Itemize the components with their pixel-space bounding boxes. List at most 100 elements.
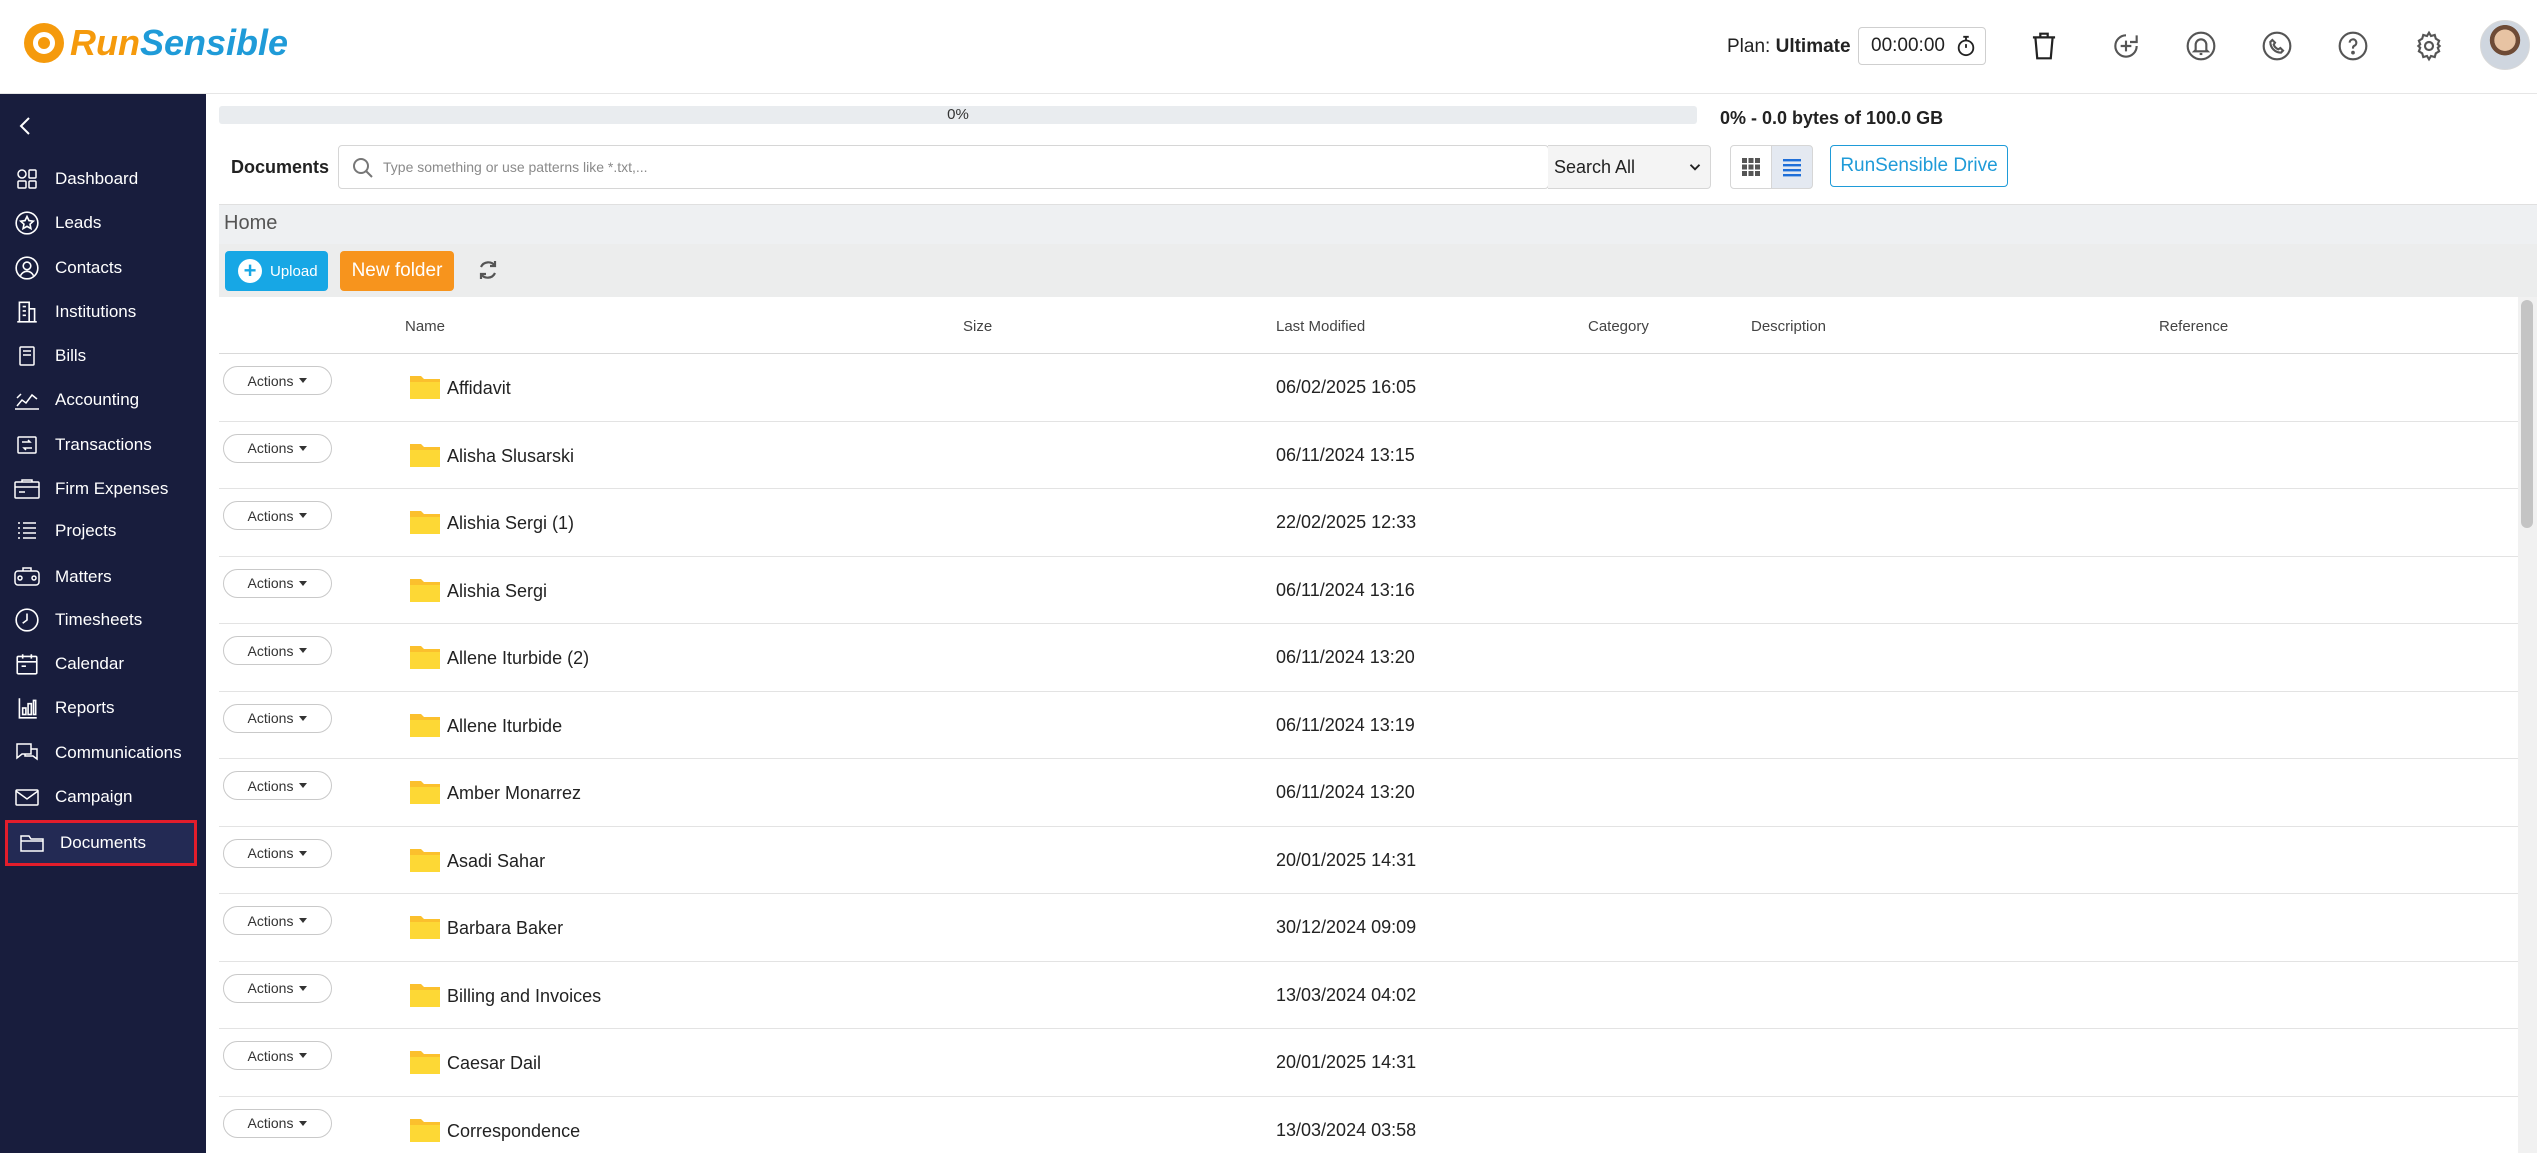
table-row[interactable]: Actions Caesar Dail 20/01/2025 14:31 xyxy=(219,1029,2518,1097)
last-modified: 20/01/2025 14:31 xyxy=(1276,1052,1417,1072)
top-header: Run Sensible Plan: Ultimate 00:00:00 xyxy=(0,0,2537,94)
sidebar-item-projects[interactable]: Projects xyxy=(0,511,206,551)
actions-dropdown-button[interactable]: Actions xyxy=(223,838,332,868)
column-header-reference[interactable]: Reference xyxy=(2159,318,2228,335)
file-toolbar xyxy=(219,244,2537,297)
sidebar-item-label: Firm Expenses xyxy=(55,479,169,498)
actions-dropdown-button[interactable]: Actions xyxy=(223,1108,332,1138)
logo[interactable]: Run Sensible xyxy=(24,22,288,64)
sidebar-item-matters[interactable]: Matters xyxy=(0,557,206,597)
bill-icon xyxy=(12,341,42,371)
folder-icon xyxy=(410,1051,440,1074)
sidebar-item-reports[interactable]: Reports xyxy=(0,688,206,728)
column-header-name[interactable]: Name xyxy=(405,318,445,335)
file-name[interactable]: Allene Iturbide xyxy=(447,716,562,737)
column-header-category[interactable]: Category xyxy=(1588,318,1649,335)
actions-dropdown-button[interactable]: Actions xyxy=(223,366,332,395)
column-header-description[interactable]: Description xyxy=(1751,318,1826,335)
runsensible-drive-button[interactable]: RunSensible Drive xyxy=(1830,145,2008,187)
help-icon[interactable] xyxy=(2333,26,2373,66)
table-row[interactable]: Actions Affidavit 06/02/2025 16:05 xyxy=(219,354,2518,422)
sidebar-item-documents[interactable]: Documents xyxy=(5,820,197,866)
last-modified: 30/12/2024 09:09 xyxy=(1276,917,1417,937)
bell-icon[interactable] xyxy=(2181,26,2221,66)
sidebar-item-timesheets[interactable]: Timesheets xyxy=(0,600,206,640)
sidebar-item-label: Dashboard xyxy=(55,169,139,188)
actions-label: Actions xyxy=(247,912,294,929)
file-name[interactable]: Caesar Dail xyxy=(447,1053,541,1074)
sidebar-item-accounting[interactable]: Accounting xyxy=(0,380,206,420)
actions-dropdown-button[interactable]: Actions xyxy=(223,636,332,665)
actions-label: Actions xyxy=(247,777,294,794)
new-folder-button[interactable]: New folder xyxy=(340,251,454,291)
file-name[interactable]: Amber Monarrez xyxy=(447,783,581,804)
folder-icon xyxy=(410,511,440,534)
last-modified: 22/02/2025 12:33 xyxy=(1276,512,1417,532)
search-scope-select[interactable]: Search All xyxy=(1548,145,1711,189)
table-row[interactable]: Actions Asadi Sahar 20/01/2025 14:31 xyxy=(219,827,2518,894)
gear-icon[interactable] xyxy=(2409,26,2449,66)
grid-view-button[interactable] xyxy=(1730,145,1772,189)
timer-widget[interactable]: 00:00:00 xyxy=(1858,27,1986,65)
scrollbar-thumb[interactable] xyxy=(2521,300,2533,528)
file-name[interactable]: Asadi Sahar xyxy=(447,851,545,872)
sidebar-item-calendar[interactable]: Calendar xyxy=(0,644,206,684)
table-row[interactable]: Actions Allene Iturbide 06/11/2024 13:19 xyxy=(219,692,2518,759)
actions-dropdown-button[interactable]: Actions xyxy=(223,703,332,733)
sidebar-item-firm-expenses[interactable]: Firm Expenses xyxy=(0,469,206,509)
sidebar-item-institutions[interactable]: Institutions xyxy=(0,292,206,332)
file-name[interactable]: Allene Iturbide (2) xyxy=(447,648,589,669)
actions-dropdown-button[interactable]: Actions xyxy=(223,568,332,598)
search-input[interactable] xyxy=(383,148,1483,186)
table-row[interactable]: Actions Billing and Invoices 13/03/2024 04… xyxy=(219,962,2518,1029)
stopwatch-icon[interactable] xyxy=(1955,35,1977,57)
sidebar-item-bills[interactable]: Bills xyxy=(0,336,206,376)
trash-icon[interactable] xyxy=(2024,26,2064,66)
actions-dropdown-button[interactable]: Actions xyxy=(223,1041,332,1070)
file-name[interactable]: Alishia Sergi xyxy=(447,581,547,602)
actions-dropdown-button[interactable]: Actions xyxy=(223,906,332,935)
upload-button[interactable]: + Upload xyxy=(225,251,328,291)
table-row[interactable]: Actions Alishia Sergi (1) 22/02/2025 12:33 xyxy=(219,489,2518,557)
documents-table-body: Actions Affidavit 06/02/2025 16:05 Actions A… xyxy=(219,354,2518,1153)
column-header-last-modified[interactable]: Last Modified xyxy=(1276,318,1365,335)
table-row[interactable]: Actions Amber Monarrez 06/11/2024 13:20 xyxy=(219,759,2518,827)
actions-dropdown-button[interactable]: Actions xyxy=(223,973,332,1003)
sidebar-item-communications[interactable]: Communications xyxy=(0,733,206,773)
actions-dropdown-button[interactable]: Actions xyxy=(223,771,332,800)
caret-down-icon xyxy=(299,918,308,923)
sidebar-item-campaign[interactable]: Campaign xyxy=(0,777,206,817)
table-row[interactable]: Actions Alishia Sergi 06/11/2024 13:16 xyxy=(219,557,2518,624)
file-name[interactable]: Billing and Invoices xyxy=(447,986,601,1007)
list-view-button[interactable] xyxy=(1771,145,1813,189)
table-row[interactable]: Actions Alisha Slusarski 06/11/2024 13:15 xyxy=(219,422,2518,489)
star-icon xyxy=(12,208,42,238)
caret-down-icon xyxy=(299,715,308,721)
actions-dropdown-button[interactable]: Actions xyxy=(223,501,332,530)
folder-icon xyxy=(410,646,440,669)
file-name[interactable]: Alisha Slusarski xyxy=(447,446,574,467)
storage-progress-label: 0% xyxy=(947,106,969,123)
phone-icon[interactable] xyxy=(2257,26,2297,66)
sidebar-item-dashboard[interactable]: Dashboard xyxy=(0,159,206,199)
sidebar-item-transactions[interactable]: Transactions xyxy=(0,425,206,465)
file-name[interactable]: Correspondence xyxy=(447,1121,580,1142)
actions-label: Actions xyxy=(247,642,294,659)
table-row[interactable]: Actions Allene Iturbide (2) 06/11/2024 13:… xyxy=(219,624,2518,692)
breadcrumb xyxy=(219,204,2537,244)
refresh-icon[interactable] xyxy=(476,258,500,282)
add-time-icon[interactable] xyxy=(2106,26,2146,66)
breadcrumb-home[interactable]: Home xyxy=(224,212,277,235)
file-name[interactable]: Alishia Sergi (1) xyxy=(447,513,574,534)
file-name[interactable]: Barbara Baker xyxy=(447,918,563,939)
sidebar-item-leads[interactable]: Leads xyxy=(0,203,206,243)
collapse-sidebar-icon[interactable] xyxy=(14,114,38,138)
file-name[interactable]: Affidavit xyxy=(447,378,511,399)
sidebar-item-contacts[interactable]: Contacts xyxy=(0,248,206,288)
avatar[interactable] xyxy=(2480,20,2530,70)
table-row[interactable]: Actions Barbara Baker 30/12/2024 09:09 xyxy=(219,894,2518,962)
actions-dropdown-button[interactable]: Actions xyxy=(223,433,332,463)
table-row[interactable]: Actions Correspondence 13/03/2024 03:58 xyxy=(219,1097,2518,1153)
column-header-size[interactable]: Size xyxy=(963,318,992,335)
folder-icon xyxy=(410,848,440,872)
